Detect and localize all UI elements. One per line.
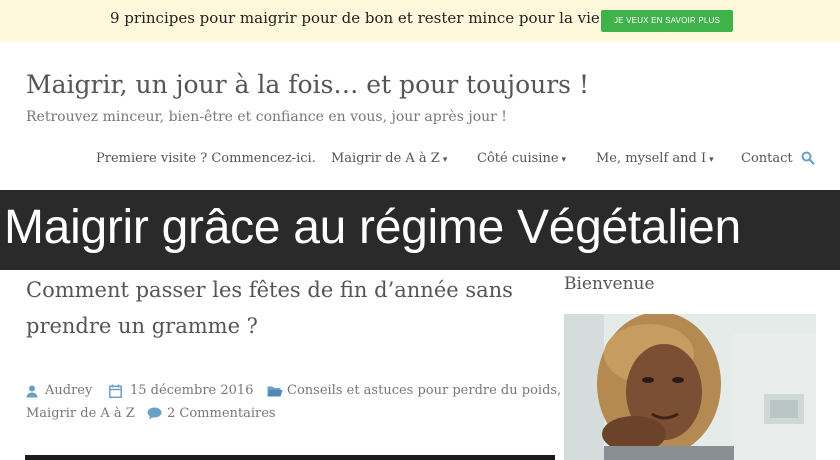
nav-item-label: Côté cuisine <box>477 151 559 166</box>
search-icon[interactable] <box>801 151 815 165</box>
site-description: Retrouvez minceur, bien-être et confianc… <box>26 109 507 125</box>
nav-item-label: Contact <box>741 151 793 166</box>
nav-item-label: Maigrir de A à Z <box>331 151 440 166</box>
nav-item-label: Premiere visite ? Commencez-ici. <box>96 151 316 166</box>
nav-item-maigrir-a-z[interactable]: Maigrir de A à Z ▾ <box>331 151 447 166</box>
nav-item-cote-cuisine[interactable]: Côté cuisine ▾ <box>477 151 566 166</box>
post-title[interactable]: Comment passer les fêtes de fin d’année … <box>26 272 536 344</box>
post-categories[interactable]: Conseils et astuces pour perdre du poids… <box>287 383 561 398</box>
calendar-icon <box>109 384 122 398</box>
nav-item-contact[interactable]: Contact <box>741 151 793 166</box>
post-category-link[interactable]: Maigrir de A à Z <box>26 406 135 421</box>
nav-item-label: Me, myself and I <box>596 151 707 166</box>
nav-item-me-myself[interactable]: Me, myself and I ▾ <box>596 151 714 166</box>
site-title[interactable]: Maigrir, un jour à la fois… et pour touj… <box>26 70 589 99</box>
chevron-down-icon: ▾ <box>709 155 714 165</box>
nav-item-premiere-visite[interactable]: Premiere visite ? Commencez-ici. <box>96 151 316 166</box>
author-photo <box>564 314 816 460</box>
folder-icon <box>267 386 283 397</box>
post-date[interactable]: 15 décembre 2016 <box>130 383 253 398</box>
post-author[interactable]: Audrey <box>45 383 92 398</box>
promo-bar: 9 principes pour maigrir pour de bon et … <box>0 0 840 42</box>
promo-text: 9 principes pour maigrir pour de bon et … <box>110 9 611 27</box>
chevron-down-icon: ▾ <box>561 155 567 165</box>
user-icon <box>26 385 38 398</box>
comment-icon <box>147 407 162 420</box>
post-comments-link[interactable]: 2 Commentaires <box>167 406 276 421</box>
learn-more-button[interactable]: JE VEUX EN SAVOIR PLUS <box>601 10 733 32</box>
post-featured-image[interactable] <box>25 455 555 460</box>
banner-title: Maigrir grâce au régime Végétalien <box>4 201 741 254</box>
sidebar-widget-title: Bienvenue <box>564 274 655 294</box>
chevron-down-icon: ▾ <box>442 155 448 165</box>
